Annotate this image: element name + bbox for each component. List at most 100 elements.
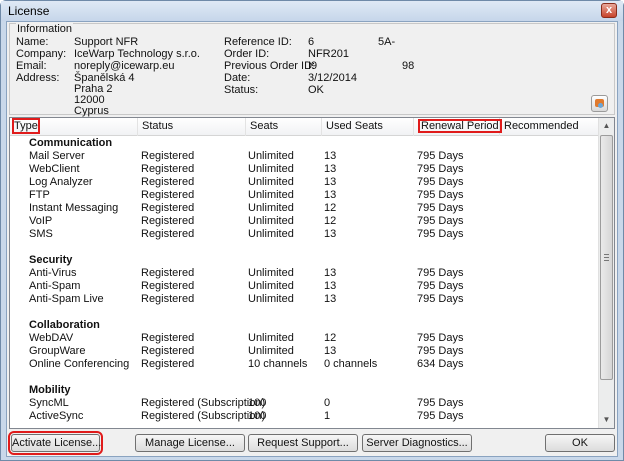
table-row[interactable]: Mail Server Registered Unlimited 13 795 Days xyxy=(10,150,600,163)
address-label: Address: xyxy=(16,72,60,84)
cell-type: Instant Messaging xyxy=(29,202,119,214)
title-bar[interactable]: License x xyxy=(1,1,623,21)
spacer-row xyxy=(10,371,600,384)
scroll-thumb[interactable] xyxy=(600,135,613,380)
column-header-used-seats[interactable]: Used Seats xyxy=(322,118,414,136)
reference-id-value: 6 xyxy=(308,36,315,48)
spacer-row xyxy=(10,241,600,254)
table-row[interactable]: Log Analyzer Registered Unlimited 13 795 Day… xyxy=(10,176,600,189)
cell-status: Registered xyxy=(141,332,195,344)
group-label: Mobility xyxy=(29,384,71,396)
table-row[interactable]: FTP Registered Unlimited 13 795 Days xyxy=(10,189,600,202)
cell-status: Registered xyxy=(141,358,195,370)
cell-type: SyncML xyxy=(29,397,69,409)
table-row[interactable]: SMS Registered Unlimited 13 795 Days xyxy=(10,228,600,241)
request-support-button[interactable]: Request Support... xyxy=(248,434,358,452)
cell-used-seats: 13 xyxy=(324,267,337,279)
cell-seats: Unlimited xyxy=(248,280,294,292)
cell-status: Registered (Subscription) xyxy=(141,410,266,422)
cell-status: Registered xyxy=(141,215,195,227)
table-row[interactable]: Online Conferencing Registered 10 channels… xyxy=(10,358,600,371)
email-value: noreply@icewarp.eu xyxy=(74,60,175,72)
license-list[interactable]: Type Status Seats Used Seats Renewal Per… xyxy=(9,117,615,429)
cell-renewal-period: 795 Days xyxy=(417,176,464,188)
cell-type: Log Analyzer xyxy=(29,176,93,188)
cell-used-seats: 13 xyxy=(324,293,337,305)
cell-seats: Unlimited xyxy=(248,176,294,188)
scroll-down-icon[interactable]: ▼ xyxy=(599,412,614,428)
manage-license-button[interactable]: Manage License... xyxy=(135,434,245,452)
list-header: Type Status Seats Used Seats Renewal Per… xyxy=(10,118,600,136)
table-row[interactable]: Anti-Spam Live Registered Unlimited 13 795 D… xyxy=(10,293,600,306)
group-header[interactable]: Security xyxy=(10,254,600,267)
cell-seats: 10 channels xyxy=(248,358,308,370)
cell-used-seats: 12 xyxy=(324,332,337,344)
cell-renewal-period: 795 Days xyxy=(417,280,464,292)
cell-seats: Unlimited xyxy=(248,150,294,162)
group-header[interactable]: Communication xyxy=(10,137,600,150)
group-header[interactable]: Mobility xyxy=(10,384,600,397)
cell-used-seats: 13 xyxy=(324,176,337,188)
cell-status: Registered (Subscription) xyxy=(141,397,266,409)
column-header-type-label: Type xyxy=(12,118,40,134)
table-row[interactable]: VoIP Registered Unlimited 12 795 Days xyxy=(10,215,600,228)
column-header-seats[interactable]: Seats xyxy=(246,118,322,136)
cell-used-seats: 0 xyxy=(324,397,331,409)
table-row[interactable]: Anti-Virus Registered Unlimited 13 795 Days xyxy=(10,267,600,280)
group-label: Collaboration xyxy=(29,319,100,331)
cell-status: Registered xyxy=(141,345,195,357)
cell-used-seats: 13 xyxy=(324,150,337,162)
cell-renewal-period: 795 Days xyxy=(417,215,464,227)
vertical-scrollbar[interactable]: ▲ ▼ xyxy=(598,118,614,428)
cell-renewal-period: 795 Days xyxy=(417,267,464,279)
cell-used-seats: 12 xyxy=(324,202,337,214)
cell-renewal-period: 795 Days xyxy=(417,397,464,409)
cell-status: Registered xyxy=(141,202,195,214)
cell-type: FTP xyxy=(29,189,50,201)
cell-status: Registered xyxy=(141,267,195,279)
cell-type: Online Conferencing xyxy=(29,358,130,370)
table-row[interactable]: GroupWare Registered Unlimited 13 795 Days xyxy=(10,345,600,358)
cell-renewal-period: 795 Days xyxy=(417,228,464,240)
cell-seats: Unlimited xyxy=(248,202,294,214)
column-header-type[interactable]: Type xyxy=(10,118,138,136)
table-row[interactable]: Instant Messaging Registered Unlimited 12 79… xyxy=(10,202,600,215)
cell-type: Anti-Virus xyxy=(29,267,77,279)
grip-icon xyxy=(604,254,609,261)
order-id-value: NFR201 xyxy=(308,48,349,60)
reference-id-label: Reference ID: xyxy=(224,36,292,48)
cell-seats: Unlimited xyxy=(248,215,294,227)
cell-status: Registered xyxy=(141,150,195,162)
group-header[interactable]: Collaboration xyxy=(10,319,600,332)
column-header-recommended[interactable]: Recommended xyxy=(500,118,600,136)
ok-button[interactable]: OK xyxy=(545,434,615,452)
information-legend: Information xyxy=(16,23,74,35)
cell-status: Registered xyxy=(141,176,195,188)
activate-license-button[interactable]: Activate License... xyxy=(8,431,103,455)
date-value: 3/12/2014 xyxy=(308,72,357,84)
table-row[interactable]: ActiveSync Registered (Subscription) 100 1 7… xyxy=(10,410,600,423)
group-label: Communication xyxy=(29,137,113,149)
server-diagnostics-button[interactable]: Server Diagnostics... xyxy=(362,434,472,452)
cell-renewal-period: 795 Days xyxy=(417,189,464,201)
cell-renewal-period: 795 Days xyxy=(417,345,464,357)
column-header-status[interactable]: Status xyxy=(138,118,246,136)
scroll-up-icon[interactable]: ▲ xyxy=(599,118,614,134)
cell-seats: Unlimited xyxy=(248,345,294,357)
cell-type: Anti-Spam Live xyxy=(29,293,104,305)
information-group: Information Name: Support NFR Company: I… xyxy=(9,23,615,117)
cell-used-seats: 0 channels xyxy=(324,358,378,370)
table-row[interactable]: SyncML Registered (Subscription) 100 0 795 D… xyxy=(10,397,600,410)
table-row[interactable]: Anti-Spam Registered Unlimited 13 795 Days xyxy=(10,280,600,293)
cell-renewal-period: 795 Days xyxy=(417,293,464,305)
cell-type: Anti-Spam xyxy=(29,280,81,292)
table-row[interactable]: WebDAV Registered Unlimited 12 795 Days xyxy=(10,332,600,345)
close-button[interactable]: x xyxy=(601,3,617,18)
cell-type: Mail Server xyxy=(29,150,85,162)
cell-seats: 100 xyxy=(248,397,267,409)
column-header-renewal-period[interactable]: Renewal Period xyxy=(414,118,502,136)
certificate-icon[interactable] xyxy=(591,95,608,112)
cell-seats: Unlimited xyxy=(248,163,294,175)
cell-renewal-period: 634 Days xyxy=(417,358,464,370)
table-row[interactable]: WebClient Registered Unlimited 13 795 Days xyxy=(10,163,600,176)
